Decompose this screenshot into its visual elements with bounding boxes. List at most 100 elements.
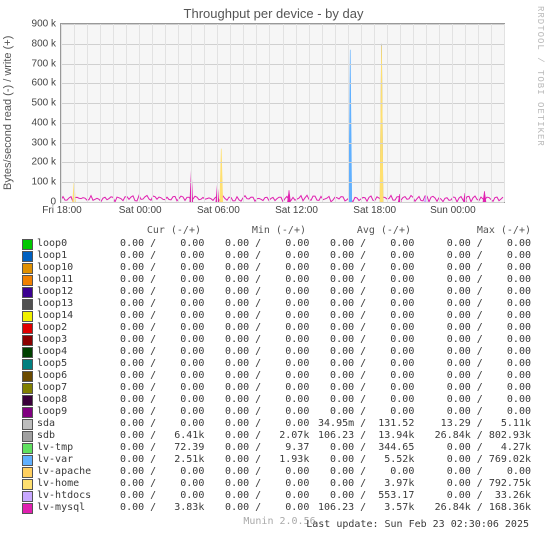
color-swatch-icon bbox=[22, 347, 33, 358]
color-swatch-icon bbox=[22, 419, 33, 430]
legend-value-cell: 34.95m / 131.52 bbox=[312, 418, 417, 430]
legend-value-cell: 0.00 / 0.00 bbox=[102, 346, 207, 358]
legend-name-cell: loop13 bbox=[22, 298, 102, 310]
legend-value-cell: 0.00 / 344.65 bbox=[312, 442, 417, 454]
x-tick: Fri 18:00 bbox=[42, 205, 81, 216]
x-tick: Sat 18:00 bbox=[353, 205, 396, 216]
color-swatch-icon bbox=[22, 263, 33, 274]
series-name: loop7 bbox=[37, 382, 67, 394]
legend-name-cell: loop3 bbox=[22, 334, 102, 346]
legend-value-cell: 0.00 / 0.00 bbox=[417, 358, 537, 370]
legend-value-cell: 0.00 / 0.00 bbox=[207, 346, 312, 358]
legend-name-cell: lv-tmp bbox=[22, 442, 102, 454]
legend-value-cell: 0.00 / 0.00 bbox=[207, 334, 312, 346]
legend-value-cell: 0.00 / 1.93k bbox=[207, 454, 312, 466]
legend-name-cell: loop12 bbox=[22, 286, 102, 298]
legend-value-cell: 13.29 / 5.11k bbox=[417, 418, 537, 430]
legend-value-cell: 0.00 / 0.00 bbox=[207, 502, 312, 514]
legend-name-cell: loop2 bbox=[22, 322, 102, 334]
series-name: loop12 bbox=[37, 286, 73, 298]
legend-value-cell: 0.00 / 0.00 bbox=[102, 310, 207, 322]
series-name: lv-mysql bbox=[37, 502, 85, 514]
legend-value-cell: 0.00 / 4.27k bbox=[417, 442, 537, 454]
color-swatch-icon bbox=[22, 443, 33, 454]
legend-header-max: Max (-/+) bbox=[417, 225, 537, 237]
series-name: loop9 bbox=[37, 406, 67, 418]
y-tick: 300 k bbox=[32, 137, 56, 148]
legend-name-cell: loop8 bbox=[22, 394, 102, 406]
watermark-text: RRDTOOL / TOBI OETIKER bbox=[535, 6, 545, 147]
legend-name-cell: lv-home bbox=[22, 478, 102, 490]
legend-value-cell: 0.00 / 0.00 bbox=[312, 466, 417, 478]
legend-row: loop13 0.00 / 0.00 0.00 / 0.00 0.00 / 0.… bbox=[22, 298, 541, 310]
legend-header-min: Min (-/+) bbox=[207, 225, 312, 237]
chart-title: Throughput per device - by day bbox=[0, 0, 547, 23]
legend-value-cell: 0.00 / 0.00 bbox=[102, 274, 207, 286]
legend-value-cell: 0.00 / 0.00 bbox=[417, 274, 537, 286]
y-tick: 500 k bbox=[32, 98, 56, 109]
series-name: loop0 bbox=[37, 238, 67, 250]
legend-name-cell: lv-var bbox=[22, 454, 102, 466]
legend-row: loop2 0.00 / 0.00 0.00 / 0.00 0.00 / 0.0… bbox=[22, 322, 541, 334]
legend-value-cell: 0.00 / 0.00 bbox=[102, 382, 207, 394]
legend-value-cell: 0.00 / 0.00 bbox=[207, 478, 312, 490]
legend-name-cell: loop1 bbox=[22, 250, 102, 262]
legend-value-cell: 0.00 / 0.00 bbox=[207, 466, 312, 478]
legend-name-cell: lv-htdocs bbox=[22, 490, 102, 502]
y-tick: 600 k bbox=[32, 78, 56, 89]
legend-name-cell: sdb bbox=[22, 430, 102, 442]
legend-value-cell: 0.00 / 0.00 bbox=[312, 286, 417, 298]
legend-value-cell: 0.00 / 0.00 bbox=[102, 250, 207, 262]
color-swatch-icon bbox=[22, 251, 33, 262]
color-swatch-icon bbox=[22, 335, 33, 346]
legend-value-cell: 0.00 / 0.00 bbox=[102, 358, 207, 370]
legend-value-cell: 0.00 / 0.00 bbox=[102, 238, 207, 250]
legend-row: lv-mysql 0.00 / 3.83k 0.00 / 0.00 106.23… bbox=[22, 502, 541, 514]
y-tick: 700 k bbox=[32, 58, 56, 69]
legend-value-cell: 0.00 / 0.00 bbox=[417, 334, 537, 346]
legend-value-cell: 0.00 / 0.00 bbox=[207, 322, 312, 334]
legend-value-cell: 0.00 / 5.52k bbox=[312, 454, 417, 466]
legend-row: loop6 0.00 / 0.00 0.00 / 0.00 0.00 / 0.0… bbox=[22, 370, 541, 382]
series-name: sdb bbox=[37, 430, 55, 442]
legend-name-cell: loop4 bbox=[22, 346, 102, 358]
legend-row: loop4 0.00 / 0.00 0.00 / 0.00 0.00 / 0.0… bbox=[22, 346, 541, 358]
legend-row: loop3 0.00 / 0.00 0.00 / 0.00 0.00 / 0.0… bbox=[22, 334, 541, 346]
legend-value-cell: 0.00 / 0.00 bbox=[207, 358, 312, 370]
color-swatch-icon bbox=[22, 359, 33, 370]
legend-value-cell: 0.00 / 0.00 bbox=[102, 478, 207, 490]
legend-value-cell: 0.00 / 0.00 bbox=[207, 418, 312, 430]
legend-row: loop7 0.00 / 0.00 0.00 / 0.00 0.00 / 0.0… bbox=[22, 382, 541, 394]
legend-value-cell: 0.00 / 0.00 bbox=[312, 334, 417, 346]
legend-value-cell: 0.00 / 0.00 bbox=[102, 406, 207, 418]
legend-row: lv-home 0.00 / 0.00 0.00 / 0.00 0.00 / 3… bbox=[22, 478, 541, 490]
legend-value-cell: 0.00 / 0.00 bbox=[102, 298, 207, 310]
legend-name-cell: lv-mysql bbox=[22, 502, 102, 514]
y-tick: 800 k bbox=[32, 38, 56, 49]
legend-value-cell: 0.00 / 0.00 bbox=[102, 322, 207, 334]
series-name: loop6 bbox=[37, 370, 67, 382]
legend-value-cell: 106.23 / 3.57k bbox=[312, 502, 417, 514]
legend-value-cell: 0.00 / 0.00 bbox=[417, 322, 537, 334]
legend-value-cell: 0.00 / 0.00 bbox=[312, 238, 417, 250]
legend-row: loop8 0.00 / 0.00 0.00 / 0.00 0.00 / 0.0… bbox=[22, 394, 541, 406]
series-name: loop8 bbox=[37, 394, 67, 406]
series-name: lv-tmp bbox=[37, 442, 73, 454]
legend-value-cell: 0.00 / 33.26k bbox=[417, 490, 537, 502]
legend-name-cell: loop7 bbox=[22, 382, 102, 394]
legend-value-cell: 0.00 / 0.00 bbox=[207, 298, 312, 310]
color-swatch-icon bbox=[22, 479, 33, 490]
legend-value-cell: 26.84k / 168.36k bbox=[417, 502, 537, 514]
legend-row: loop12 0.00 / 0.00 0.00 / 0.00 0.00 / 0.… bbox=[22, 286, 541, 298]
legend-value-cell: 0.00 / 0.00 bbox=[417, 286, 537, 298]
legend-value-cell: 0.00 / 0.00 bbox=[207, 286, 312, 298]
legend-value-cell: 0.00 / 0.00 bbox=[312, 250, 417, 262]
legend-name-cell: loop6 bbox=[22, 370, 102, 382]
x-tick: Sat 00:00 bbox=[119, 205, 162, 216]
legend-value-cell: 0.00 / 0.00 bbox=[417, 298, 537, 310]
legend-name-cell: loop11 bbox=[22, 274, 102, 286]
legend-value-cell: 0.00 / 0.00 bbox=[417, 262, 537, 274]
series-name: lv-home bbox=[37, 478, 79, 490]
legend-value-cell: 0.00 / 0.00 bbox=[312, 262, 417, 274]
legend-value-cell: 0.00 / 0.00 bbox=[207, 238, 312, 250]
